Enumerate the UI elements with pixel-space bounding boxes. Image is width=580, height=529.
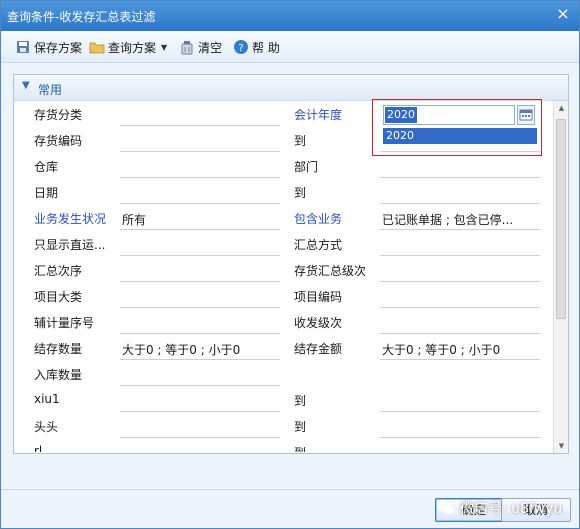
field-label: 结存数量 [34, 342, 83, 356]
field-input[interactable] [120, 286, 280, 308]
close-icon[interactable]: × [555, 6, 571, 22]
field-label: 收发级次 [294, 316, 343, 330]
toolbar: 保存方案 查询方案 ▼ 清空 ? 帮 助 [1, 31, 579, 63]
field-label: 日期 [34, 186, 59, 200]
fiscal-year-selected-text: 2020 [385, 107, 417, 123]
scroll-down-icon[interactable]: ▼ [557, 442, 566, 450]
field-input[interactable] [120, 234, 280, 256]
field-input[interactable]: 所有 [120, 208, 280, 230]
field-input[interactable] [380, 312, 540, 334]
field-input[interactable] [120, 130, 280, 152]
field-input[interactable]: 已记账单据 ; 包含已停... [380, 208, 540, 230]
form-row: xiu1 到 [14, 388, 552, 414]
title-bar[interactable]: 查询条件-收发存汇总表过滤 × [1, 1, 579, 31]
field-input[interactable] [380, 156, 540, 178]
field-input[interactable] [380, 390, 540, 412]
clear-label: 清空 [198, 40, 223, 55]
field-input[interactable] [120, 260, 280, 282]
field-label: 到 [294, 394, 307, 408]
field-input[interactable] [380, 442, 540, 452]
save-icon [15, 39, 31, 55]
fiscal-year-input[interactable]: 2020 [383, 105, 515, 125]
form-row: 项目大类 项目编码 [14, 284, 552, 310]
watermark-text: 微信号: u8fwyu [460, 501, 563, 517]
field-label: rl [34, 444, 43, 452]
field-label: 到 [294, 186, 307, 200]
save-scheme-label: 保存方案 [34, 40, 83, 55]
field-input[interactable]: 大于0 ; 等于0 ; 小于0 [120, 338, 280, 360]
field-input[interactable] [120, 364, 280, 386]
form-row: 只显示直运... 汇总方式 [14, 232, 552, 258]
field-input[interactable] [120, 312, 280, 334]
field-label: 业务发生状况 [34, 212, 107, 226]
field-input[interactable] [120, 182, 280, 204]
panel-title: 常用 [38, 83, 63, 97]
field-label: 到 [294, 444, 306, 452]
svg-text:?: ? [238, 43, 243, 54]
field-input[interactable] [380, 234, 540, 256]
field-label: 存货分类 [34, 108, 83, 122]
field-label: 头头 [34, 420, 59, 434]
help-icon: ? [233, 39, 249, 55]
form-row: 汇总次序 存货汇总级次 [14, 258, 552, 284]
form-row: 仓库 部门 [14, 154, 552, 180]
wechat-icon [437, 500, 455, 516]
field-label: 存货汇总级次 [294, 264, 367, 278]
form-row: 辅计量序号 收发级次 [14, 310, 552, 336]
watermark: 微信号: u8fwyu [437, 497, 562, 519]
field-input[interactable] [120, 416, 280, 438]
scroll-thumb[interactable] [556, 119, 566, 319]
form-row: 头头 到 [14, 414, 552, 440]
field-label: 汇总方式 [294, 238, 343, 252]
query-scheme-button[interactable]: 查询方案 ▼ [89, 38, 167, 56]
fiscal-year-option[interactable]: 2020 [383, 128, 537, 144]
field-input[interactable] [380, 416, 540, 438]
query-scheme-label: 查询方案 [108, 40, 157, 55]
field-input[interactable] [120, 442, 280, 452]
form-row: 日期 到 [14, 180, 552, 206]
clear-button[interactable]: 清空 [179, 38, 222, 56]
field-label: 汇总次序 [34, 264, 83, 278]
help-button[interactable]: ? 帮 助 [233, 38, 280, 56]
field-label: 辅计量序号 [34, 316, 95, 330]
clear-icon [179, 39, 195, 55]
field-label: 存货编码 [34, 134, 83, 148]
field-label: 会计年度 [294, 108, 343, 122]
field-label: 只显示直运... [34, 238, 106, 252]
field-label: 仓库 [34, 160, 59, 174]
field-label: 包含业务 [294, 212, 343, 226]
field-input[interactable] [380, 260, 540, 282]
field-input[interactable] [120, 390, 280, 412]
form-row: 业务发生状况 所有 包含业务 已记账单据 ; 包含已停... [14, 206, 552, 232]
field-input[interactable]: 大于0 ; 等于0 ; 小于0 [380, 338, 540, 360]
calendar-icon[interactable] [517, 105, 535, 125]
chevron-down-icon: ▼ [22, 80, 30, 91]
field-input[interactable] [120, 104, 280, 126]
field-label: 到 [294, 420, 307, 434]
field-input[interactable] [120, 156, 280, 178]
window-title: 查询条件-收发存汇总表过滤 [7, 10, 156, 24]
field-label: 部门 [294, 160, 319, 174]
help-label: 帮 助 [252, 40, 280, 55]
field-label: xiu1 [34, 392, 60, 406]
form-row: 结存数量 大于0 ; 等于0 ; 小于0 结存金额 大于0 ; 等于0 ; 小于0 [14, 336, 552, 362]
form-row: rl 到 [14, 440, 552, 452]
form-row: 入库数量 [14, 362, 552, 388]
field-label: 项目编码 [294, 290, 343, 304]
panel-header[interactable]: ▼ 常用 [14, 75, 568, 101]
field-label: 到 [294, 134, 307, 148]
field-label: 结存金额 [294, 342, 343, 356]
field-input[interactable] [380, 182, 540, 204]
vertical-scrollbar[interactable]: ▲ ▼ [553, 101, 568, 453]
scroll-up-icon[interactable]: ▲ [557, 104, 566, 112]
field-label: 项目大类 [34, 290, 83, 304]
filter-dialog: 查询条件-收发存汇总表过滤 × 保存方案 查询方案 ▼ 清空 ? 帮 助 ▼ 常… [0, 0, 580, 529]
save-scheme-button[interactable]: 保存方案 [15, 38, 82, 56]
folder-icon [89, 39, 105, 55]
field-input[interactable] [380, 286, 540, 308]
chevron-down-icon: ▼ [161, 42, 168, 52]
field-label: 入库数量 [34, 368, 83, 382]
